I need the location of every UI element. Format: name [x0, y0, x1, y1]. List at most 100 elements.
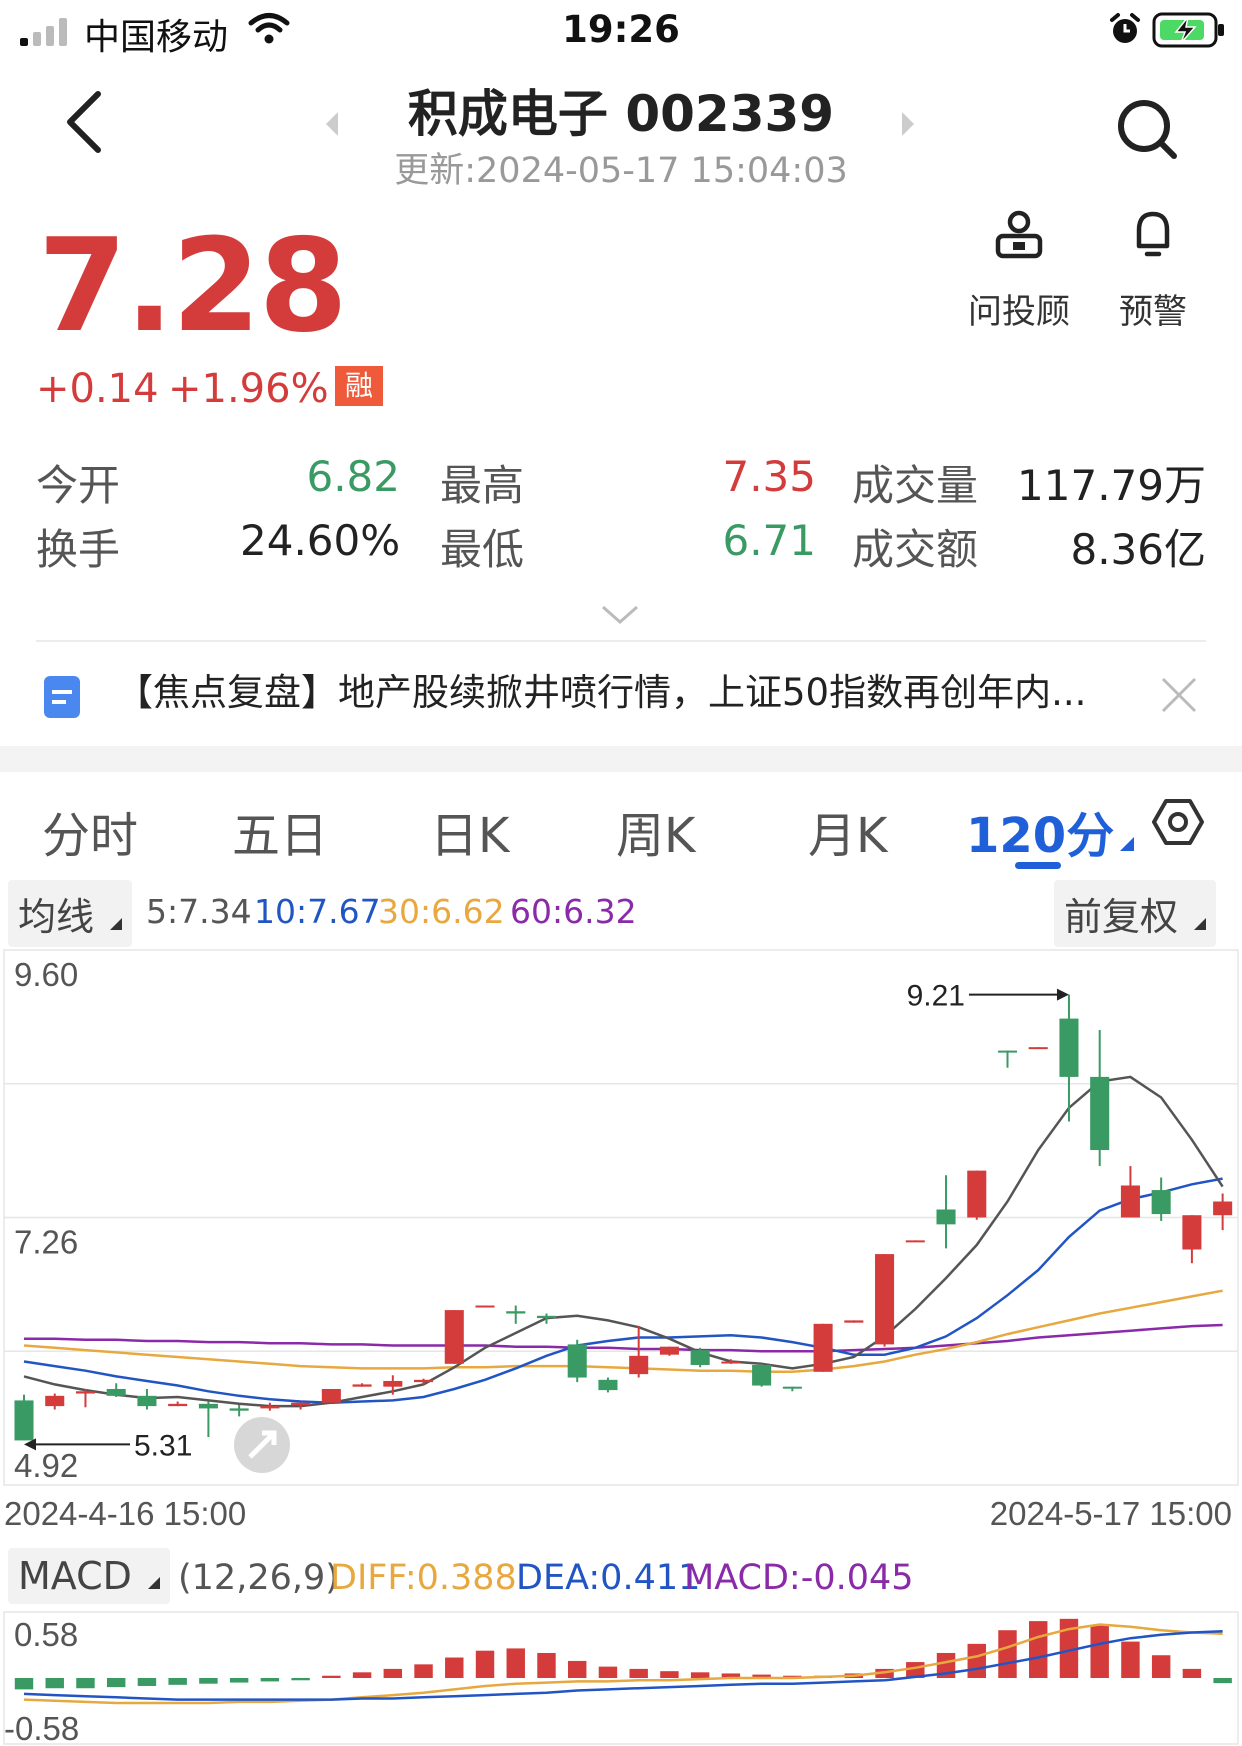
ma-selector-button[interactable]: 均线 [8, 880, 133, 947]
candle-body [690, 1350, 710, 1365]
candle-body [321, 1388, 341, 1403]
macd-bar [352, 1672, 372, 1678]
status-bar: 中国移动 19:26 [0, 0, 1242, 60]
candle-body [45, 1395, 65, 1407]
adjust-selector-label: 前复权 [1064, 895, 1179, 939]
advisor-icon [995, 210, 1043, 259]
macd-bar [229, 1678, 249, 1683]
settings-hex-icon[interactable] [1152, 796, 1204, 852]
stat-label-amount: 成交额 [852, 525, 979, 574]
tab-intraday[interactable]: 分时 [42, 796, 138, 866]
x-axis-label: 2024-4-16 15:00 [4, 1495, 246, 1532]
expand-chevron-icon[interactable] [600, 604, 640, 630]
candle-body [198, 1403, 218, 1409]
candle-body [536, 1315, 557, 1319]
macd-chart[interactable]: 0.58 -0.58 [0, 1610, 1242, 1746]
macd-bar [76, 1678, 95, 1689]
candle-body [291, 1402, 311, 1405]
macd-diff: DIFF:0.388 [330, 1558, 517, 1598]
stat-label-open: 今开 [36, 461, 121, 510]
bell-icon [1136, 211, 1170, 257]
status-time: 19:26 [562, 8, 680, 51]
close-icon[interactable] [1160, 676, 1198, 718]
kline-chart[interactable]: 9.60 7.26 4.92 2024-4-16 15:00 2024-5-17 15:… [0, 945, 1242, 1545]
candle-body [1090, 1076, 1110, 1151]
last-price: 7.28 [38, 212, 348, 361]
advisor-label: 问投顾 [968, 292, 1070, 332]
candle-body [352, 1384, 372, 1387]
stat-label-turnover: 换手 [36, 525, 121, 574]
candle-body [383, 1380, 403, 1387]
candle-body [137, 1395, 157, 1407]
ma10-value: 10:7.67 [254, 892, 381, 931]
macd-bar [967, 1643, 986, 1678]
candle-body [905, 1240, 925, 1243]
candle-body [1028, 1047, 1048, 1050]
macd-bar [1029, 1621, 1048, 1678]
candle-body [752, 1364, 772, 1386]
stat-value-turnover: 24.60% [240, 516, 401, 565]
macd-bar [537, 1652, 556, 1678]
stat-label-low: 最低 [440, 525, 525, 574]
candle-body [721, 1361, 741, 1364]
macd-bar [45, 1678, 64, 1689]
news-banner[interactable]: 【焦点复盘】地产股续掀井喷行情，上证50指数再创年内... [0, 660, 1242, 730]
tab-weekly-k[interactable]: 周K [616, 796, 695, 866]
macd-bar [106, 1678, 126, 1688]
x-axis-label: 2024-5-17 15:00 [990, 1495, 1232, 1532]
battery-icon [1152, 12, 1226, 52]
ma30-value: 30:6.62 [378, 892, 505, 931]
candle-body [168, 1403, 188, 1407]
macd-bar [660, 1671, 679, 1678]
macd-bar [260, 1678, 280, 1682]
ma60-value: 60:6.32 [510, 892, 637, 931]
candle-body [475, 1305, 495, 1308]
document-icon [44, 676, 80, 722]
alarm-icon [1108, 12, 1142, 50]
candle-body [414, 1379, 434, 1383]
candle-body [444, 1310, 464, 1364]
dropdown-corner-icon[interactable] [1120, 836, 1134, 855]
stat-label-high: 最高 [440, 461, 525, 510]
macd-bar [14, 1678, 34, 1690]
tab-daily-k[interactable]: 日K [430, 796, 509, 866]
macd-y-label: -0.58 [4, 1710, 79, 1746]
macd-bar [1121, 1641, 1140, 1678]
margin-badge: 融 [335, 366, 383, 406]
macd-bar [383, 1668, 403, 1678]
macd-bar [168, 1678, 187, 1685]
search-icon[interactable] [1114, 96, 1180, 166]
candle-body [659, 1346, 679, 1355]
alert-button[interactable]: 预警 [1098, 208, 1208, 333]
macd-bar [475, 1650, 495, 1678]
dropdown-corner-icon [1194, 918, 1207, 930]
candle-body [1059, 1018, 1079, 1077]
section-gap [0, 746, 1242, 772]
macd-selector-button[interactable]: MACD [8, 1548, 171, 1604]
candle-body [967, 1170, 987, 1218]
stat-value-low: 6.71 [722, 516, 816, 565]
tab-120min[interactable]: 120分 [966, 796, 1114, 866]
candle-body [782, 1386, 802, 1389]
stat-value-amount: 8.36亿 [1070, 525, 1206, 574]
candle-body [1151, 1190, 1171, 1215]
dropdown-corner-icon [148, 1577, 161, 1589]
tab-5day[interactable]: 五日 [232, 796, 328, 866]
y-axis-label: 7.26 [14, 1224, 78, 1261]
macd-bar [598, 1666, 618, 1678]
macd-bar [137, 1678, 157, 1686]
macd-bar [629, 1668, 648, 1678]
news-headline[interactable]: 【焦点复盘】地产股续掀井喷行情，上证50指数再创年内... [116, 662, 1128, 716]
pin-icon[interactable] [234, 1417, 290, 1473]
high-marker-label: 9.21 [907, 980, 965, 1013]
next-stock-icon[interactable] [898, 110, 916, 142]
macd-value: MACD:-0.045 [684, 1558, 914, 1598]
high-marker-arrow [1056, 988, 1069, 1001]
tab-monthly-k[interactable]: 月K [808, 796, 887, 866]
macd-y-label: 0.58 [14, 1616, 78, 1653]
candle-body [506, 1311, 526, 1314]
advisor-button[interactable]: 问投顾 [964, 208, 1074, 333]
adjust-selector-button[interactable]: 前复权 [1054, 880, 1217, 947]
ma-line-ma5 [23, 1075, 1224, 1408]
macd-params: (12,26,9) [178, 1558, 339, 1598]
